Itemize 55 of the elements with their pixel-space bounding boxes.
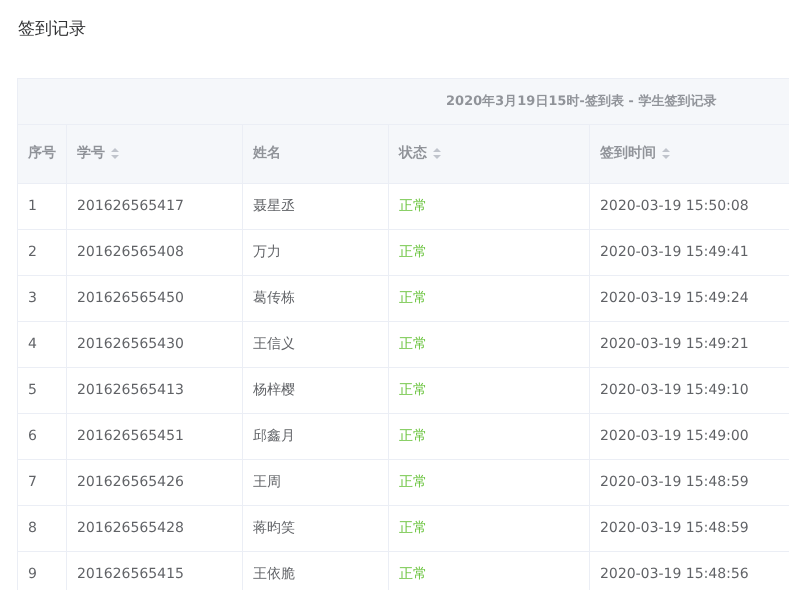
student-name: 蒋昀笑: [253, 520, 295, 536]
student-id: 201626565408: [77, 244, 184, 260]
row-number: 7: [28, 474, 37, 490]
sort-icon[interactable]: [111, 148, 119, 160]
status-text: 正常: [399, 382, 427, 398]
sign-in-time: 2020-03-19 15:49:24: [600, 290, 749, 306]
sign-in-time: 2020-03-19 15:50:08: [600, 198, 749, 214]
status-text: 正常: [399, 290, 427, 306]
student-id: 201626565450: [77, 290, 184, 306]
sort-icon[interactable]: [662, 148, 670, 160]
student-name: 万力: [253, 244, 281, 260]
sign-in-time: 2020-03-19 15:49:10: [600, 382, 749, 398]
student-name: 杨梓樱: [253, 382, 295, 398]
header-label: 签到时间: [600, 145, 656, 162]
student-name: 王周: [253, 474, 281, 490]
sign-in-time: 2020-03-19 15:49:41: [600, 244, 749, 260]
row-number: 5: [28, 382, 37, 398]
row-number: 1: [28, 198, 37, 214]
student-name: 王信义: [253, 336, 295, 352]
sign-in-time: 2020-03-19 15:48:59: [600, 474, 749, 490]
page-title: 签到记录: [18, 18, 87, 40]
student-id: 201626565428: [77, 520, 184, 536]
header-label: 状态: [399, 145, 427, 162]
sign-in-time: 2020-03-19 15:48:59: [600, 520, 749, 536]
status-text: 正常: [399, 520, 427, 536]
row-number: 2: [28, 244, 37, 260]
status-text: 正常: [399, 336, 427, 352]
status-text: 正常: [399, 244, 427, 260]
student-name: 葛传栋: [253, 290, 295, 306]
row-number: 8: [28, 520, 37, 536]
row-number: 9: [28, 566, 37, 582]
student-id: 201626565417: [77, 198, 184, 214]
student-id: 201626565430: [77, 336, 184, 352]
status-text: 正常: [399, 566, 427, 582]
status-text: 正常: [399, 428, 427, 444]
sign-in-time: 2020-03-19 15:48:56: [600, 566, 749, 582]
row-number: 6: [28, 428, 37, 444]
student-id: 201626565413: [77, 382, 184, 398]
student-id: 201626565451: [77, 428, 184, 444]
sign-in-time: 2020-03-19 15:49:00: [600, 428, 749, 444]
sign-in-time: 2020-03-19 15:49:21: [600, 336, 749, 352]
header-label: 序号: [28, 145, 56, 162]
header-label: 学号: [77, 145, 105, 162]
status-text: 正常: [399, 474, 427, 490]
table-caption: 2020年3月19日15时-签到表 - 学生签到记录: [446, 94, 716, 109]
sort-icon[interactable]: [433, 148, 441, 160]
status-text: 正常: [399, 198, 427, 214]
student-name: 王依脆: [253, 566, 295, 582]
row-number: 3: [28, 290, 37, 306]
student-id: 201626565415: [77, 566, 184, 582]
student-name: 聂星丞: [253, 198, 295, 214]
student-id: 201626565426: [77, 474, 184, 490]
row-number: 4: [28, 336, 37, 352]
student-name: 邱鑫月: [253, 428, 295, 444]
header-label: 姓名: [253, 145, 281, 162]
